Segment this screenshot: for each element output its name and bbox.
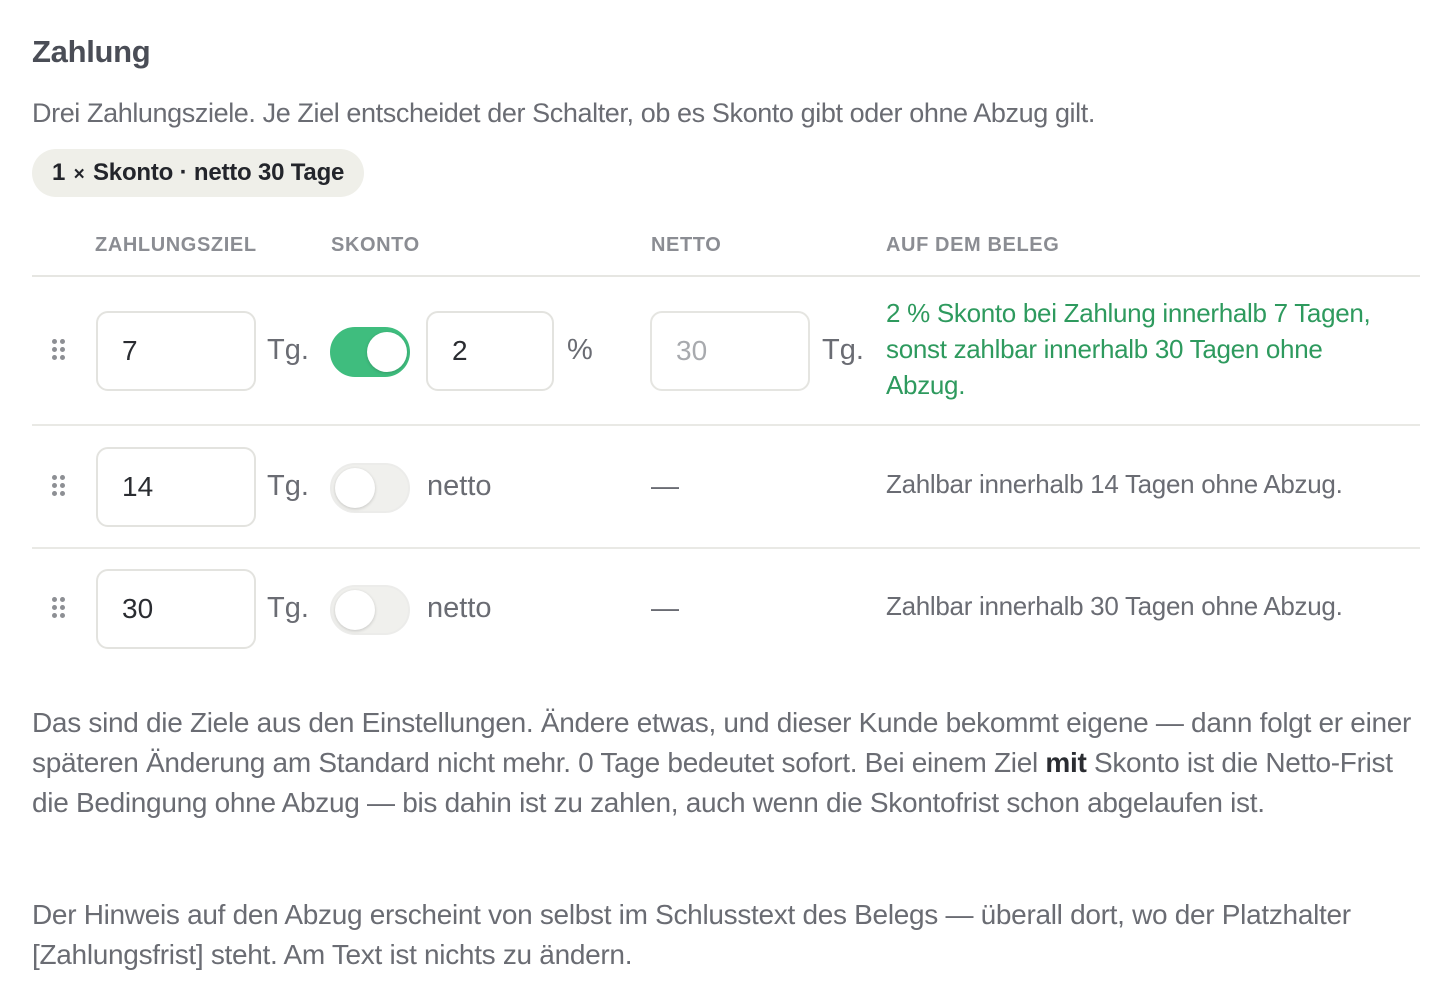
days-unit: Tg. bbox=[267, 334, 309, 366]
days-input[interactable] bbox=[96, 447, 256, 527]
skonto-toggle[interactable] bbox=[330, 463, 410, 513]
settings-note-bold: mit bbox=[1045, 747, 1087, 778]
summary-times: × bbox=[73, 164, 85, 185]
summary-text: Skonto · netto 30 Tage bbox=[93, 159, 345, 186]
section-title: Zahlung bbox=[32, 34, 151, 69]
netto-days-unit: Tg. bbox=[822, 334, 864, 366]
drag-handle-icon[interactable] bbox=[50, 473, 70, 503]
netto-days-input bbox=[650, 311, 810, 391]
days-input[interactable] bbox=[96, 311, 256, 391]
header-divider bbox=[32, 275, 1420, 277]
netto-empty-dash: — bbox=[651, 592, 679, 623]
skonto-toggle[interactable] bbox=[330, 585, 410, 635]
netto-empty-dash: — bbox=[651, 470, 679, 501]
row-divider bbox=[32, 547, 1420, 549]
skonto-toggle[interactable] bbox=[330, 327, 410, 377]
row-divider bbox=[32, 424, 1420, 426]
skonto-percent-input[interactable] bbox=[426, 311, 554, 391]
column-header-zahlungsziel: ZAHLUNGSZIEL bbox=[95, 234, 257, 256]
days-unit: Tg. bbox=[267, 592, 309, 624]
drag-handle-icon[interactable] bbox=[50, 595, 70, 625]
days-unit: Tg. bbox=[267, 470, 309, 502]
column-header-netto: NETTO bbox=[651, 234, 722, 256]
beleg-text: 2 % Skonto bei Zahlung innerhalb 7 Tagen… bbox=[886, 298, 1371, 400]
toggle-knob bbox=[367, 332, 407, 372]
beleg-text: Zahlbar innerhalb 14 Tagen ohne Abzug. bbox=[886, 469, 1343, 499]
summary-count: 1 bbox=[52, 159, 66, 186]
percent-unit: % bbox=[567, 334, 593, 366]
netto-label: netto bbox=[427, 470, 492, 502]
settings-note: Das sind die Ziele aus den Einstellungen… bbox=[32, 703, 1427, 823]
netto-label: netto bbox=[427, 592, 492, 624]
toggle-knob bbox=[335, 468, 375, 508]
section-subtitle: Drei Zahlungsziele. Je Ziel entscheidet … bbox=[32, 98, 1095, 128]
beleg-text: Zahlbar innerhalb 30 Tagen ohne Abzug. bbox=[886, 591, 1343, 621]
drag-handle-icon[interactable] bbox=[50, 337, 70, 367]
column-header-skonto: SKONTO bbox=[331, 234, 420, 256]
column-header-beleg: AUF DEM BELEG bbox=[886, 234, 1060, 256]
toggle-knob bbox=[335, 590, 375, 630]
summary-badge: 1 × Skonto · netto 30 Tage bbox=[32, 149, 365, 197]
placeholder-note: Der Hinweis auf den Abzug erscheint von … bbox=[32, 899, 1351, 970]
days-input[interactable] bbox=[96, 569, 256, 649]
